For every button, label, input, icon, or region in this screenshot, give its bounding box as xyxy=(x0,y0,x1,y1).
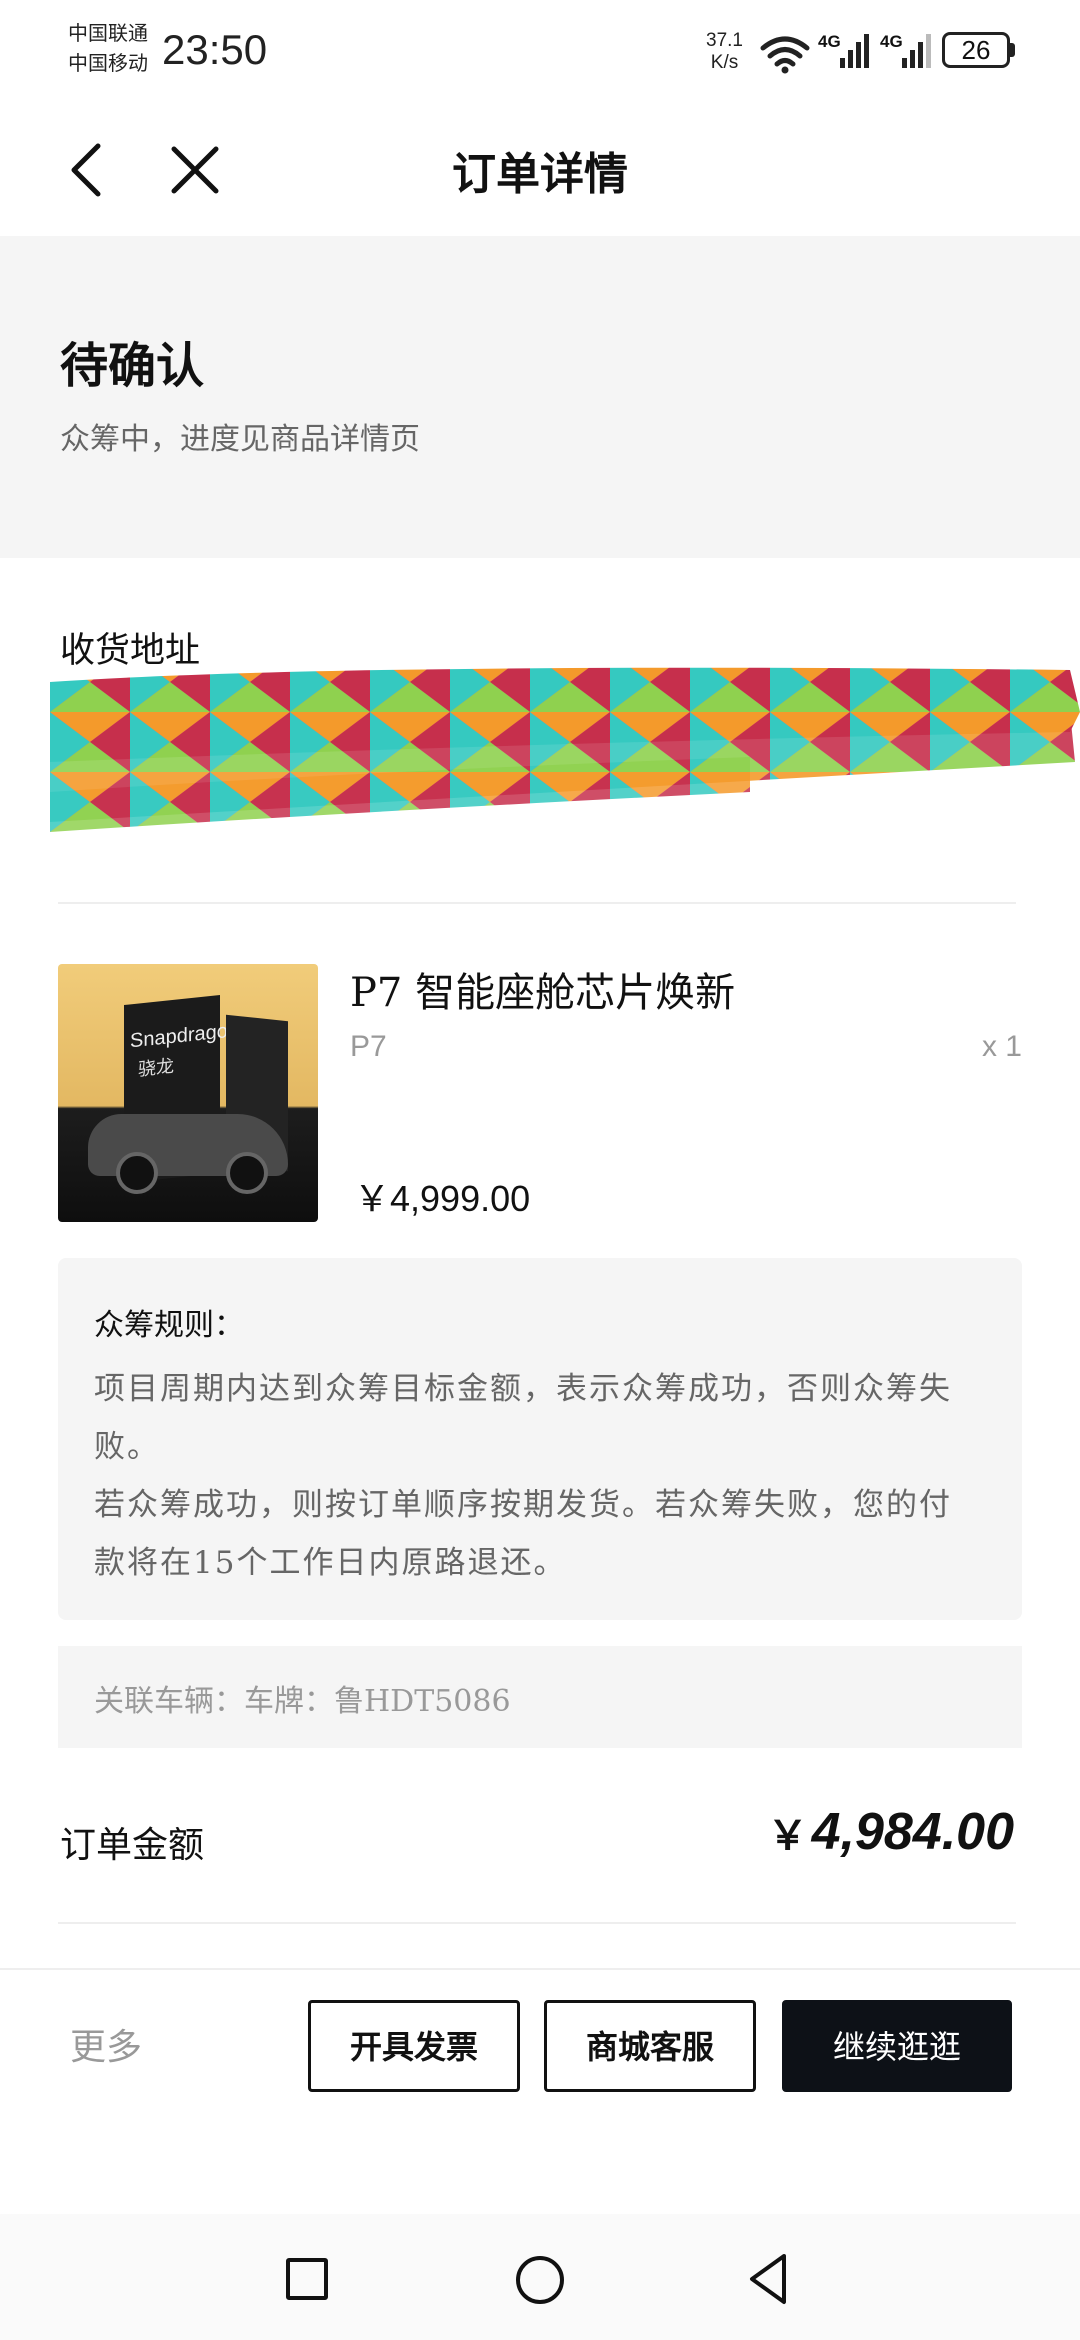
page-title: 订单详情 xyxy=(452,149,628,200)
circle-icon[interactable] xyxy=(516,2256,564,2304)
network-speed: 37.1 K/s xyxy=(706,30,743,74)
carrier-2: 中国移动 xyxy=(68,51,148,75)
signal-2: 4G xyxy=(880,30,932,72)
carrier-1: 中国联通 xyxy=(68,21,148,45)
order-total-amount: ￥4,984.00 xyxy=(700,1802,1014,1862)
wifi-icon xyxy=(760,36,810,74)
product-quantity: x 1 xyxy=(981,1030,1022,1063)
carrier-labels: 中国联通 中国移动 xyxy=(68,18,148,78)
product-image-brand-cn: 骁龙 xyxy=(138,1055,174,1081)
continue-shopping-button[interactable]: 继续逛逛 xyxy=(782,2000,1012,2092)
battery-indicator: 26 xyxy=(942,32,1010,68)
product-price: ￥4,999.00 xyxy=(354,1178,531,1219)
order-status-title: 待确认 xyxy=(60,338,205,394)
order-total-value: 4,984.00 xyxy=(811,1803,1014,1861)
customer-service-button[interactable]: 商城客服 xyxy=(544,2000,756,2092)
more-button[interactable]: 更多 xyxy=(70,2018,142,2070)
signal-bars-icon xyxy=(840,34,869,68)
product-name[interactable]: P7 智能座舱芯片焕新 xyxy=(350,960,735,1018)
product-image-wheel xyxy=(226,1152,268,1194)
square-icon[interactable] xyxy=(286,2258,328,2300)
order-status-subtitle: 众筹中，进度见商品详情页 xyxy=(60,422,420,457)
order-total-label: 订单金额 xyxy=(60,1825,205,1866)
address-redaction xyxy=(50,667,1080,832)
linked-vehicle-text: 关联车辆：车牌：鲁HDT5086 xyxy=(94,1684,511,1719)
product-image[interactable]: Snapdragon 骁龙 xyxy=(58,964,318,1222)
currency-symbol: ￥ xyxy=(767,1814,808,1858)
signal-bars-icon xyxy=(902,34,931,68)
divider xyxy=(58,902,1016,904)
product-image-wheel xyxy=(116,1152,158,1194)
signal-1: 4G xyxy=(818,30,870,72)
network-speed-value: 37.1 xyxy=(706,30,743,51)
order-status-section xyxy=(0,236,1080,558)
network-speed-unit: K/s xyxy=(710,52,739,73)
clock: 23:50 xyxy=(162,26,268,73)
rules-title: 众筹规则： xyxy=(94,1308,244,1343)
issue-invoice-button[interactable]: 开具发票 xyxy=(308,2000,520,2092)
triangle-back-icon[interactable] xyxy=(746,2252,790,2306)
divider xyxy=(58,1922,1016,1924)
battery-tip xyxy=(1010,43,1015,57)
action-bar-divider xyxy=(0,1968,1080,1970)
product-variant: P7 xyxy=(350,1030,387,1063)
rules-body: 项目周期内达到众筹目标金额，表示众筹成功，否则众筹失败。 若众筹成功，则按订单顺… xyxy=(94,1371,952,1581)
product-image-brand: Snapdragon xyxy=(130,1018,239,1053)
